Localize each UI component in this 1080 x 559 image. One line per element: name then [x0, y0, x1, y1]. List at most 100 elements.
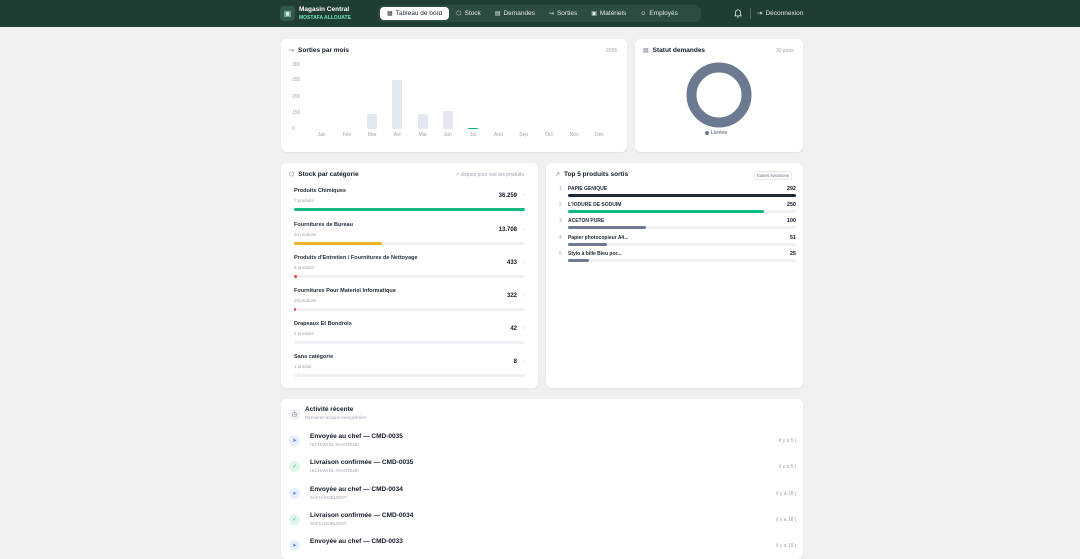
- stock-category-row[interactable]: Fournitures Pour Materiel Informatique 28…: [294, 288, 525, 312]
- category-name: Fournitures Pour Materiel Informatique: [294, 288, 396, 294]
- donut-slice-livrees[interactable]: [686, 62, 752, 128]
- category-progress-fill: [294, 308, 297, 311]
- chevron-right-icon: ›: [523, 193, 525, 199]
- x-tick-label: Déc: [594, 132, 604, 138]
- activity-user: SAFIA DOBLEDIT: [310, 495, 347, 500]
- product-rank: 2: [559, 202, 562, 208]
- activity-time: il y a 19 j: [776, 543, 796, 549]
- bar-jul[interactable]: [468, 127, 479, 129]
- top5-row[interactable]: 2 L'IODURE DE SODUIM 250: [559, 202, 796, 214]
- product-progress-fill: [568, 243, 607, 246]
- trend-icon: ↝: [289, 48, 295, 54]
- x-tick-label: Oct: [544, 132, 553, 138]
- activity-item[interactable]: ✓ Livraison confirmée — CMD-0035 HICHAM EL…: [289, 457, 799, 477]
- product-progress-fill: [568, 259, 589, 262]
- activity-time: il y a 5 j: [779, 438, 796, 444]
- stock-category-row[interactable]: Drapeaux Et Bondrols 2 produits 42 ›: [294, 321, 525, 345]
- product-rank: 1: [559, 186, 562, 192]
- category-quantity: 36.259: [498, 193, 517, 199]
- category-quantity: 433: [506, 260, 517, 266]
- product-name: ACETON PURE: [568, 218, 605, 224]
- activity-time: il y a 18 j: [776, 491, 796, 497]
- activity-user: HICHAM EL YAAGOUBI: [310, 442, 359, 447]
- calendar-icon: ▣: [591, 11, 597, 17]
- nav-tab-2[interactable]: ▤ Demandes: [488, 7, 542, 20]
- category-quantity: 13.708: [498, 227, 517, 233]
- activity-item[interactable]: ➤ Envoyée au chef — CMD-0034 SAFIA DOBLEDI…: [289, 484, 799, 504]
- category-product-count: 2 produits: [294, 331, 314, 336]
- stock-category-row[interactable]: Produits Chimiques 7 produits 36.259 ›: [294, 188, 525, 212]
- x-tick-label: Aoû: [493, 132, 503, 138]
- category-progress-track: [294, 341, 525, 344]
- brand: Magasin Central MOSTAFA ALLOUATE: [299, 6, 351, 22]
- nav-tab-4[interactable]: ▣ Matériels: [584, 7, 633, 20]
- category-progress-fill: [294, 275, 297, 278]
- category-product-count: 28 produits: [294, 298, 317, 303]
- nav-tab-label: Stock: [464, 10, 481, 17]
- user-name: MOSTAFA ALLOUATE: [299, 15, 351, 21]
- nav-tab-label: Employés: [649, 10, 678, 17]
- stock-category-row[interactable]: Fournitures de Bureau 34 produits 13.708 ›: [294, 222, 525, 246]
- category-quantity: 322: [506, 293, 517, 299]
- chevron-right-icon: ›: [523, 260, 525, 266]
- activity-item[interactable]: ➤ Envoyée au chef — CMD-0035 HICHAM EL YAA…: [289, 431, 799, 451]
- nav-tab-3[interactable]: ↝ Sorties: [542, 7, 584, 20]
- sorties-year: 2026: [606, 48, 618, 54]
- category-progress-track: [294, 308, 525, 311]
- activity-time: il y a 5 j: [779, 464, 796, 470]
- bar-jun[interactable]: [442, 111, 453, 129]
- logout-button[interactable]: ⇥ Déconnexion: [757, 9, 803, 18]
- nav-tab-1[interactable]: ⬡ Stock: [449, 7, 488, 20]
- product-name: Stylo à bille Bleu por...: [568, 251, 622, 257]
- category-name: Produits Chimiques: [294, 188, 346, 194]
- chevron-right-icon: ›: [523, 293, 525, 299]
- bell-icon[interactable]: [734, 9, 742, 18]
- bar-avr[interactable]: [392, 79, 403, 129]
- activity-item[interactable]: ✓ Livraison confirmée — CMD-0034 SAFIA DOB…: [289, 510, 799, 530]
- product-progress-track: [568, 259, 796, 262]
- top-navigation-bar: ▣ Magasin Central MOSTAFA ALLOUATE ▦ Tabl…: [0, 0, 1080, 27]
- top5-row[interactable]: 4 Papier photocopieur A4... 51: [559, 235, 796, 247]
- x-tick-label: Jul: [469, 132, 477, 138]
- activity-title: Envoyée au chef — CMD-0034: [310, 486, 403, 493]
- top5-row[interactable]: 3 ACETON PURE 100: [559, 218, 796, 230]
- box-icon: ⬡: [456, 11, 462, 17]
- category-name: Sans catégorie: [294, 354, 334, 360]
- users-icon: ☺: [640, 10, 647, 17]
- product-quantity: 51: [789, 235, 796, 241]
- activity-user: SAFIA DOBLEDIT: [310, 521, 347, 526]
- statut-title: Statut demandes: [652, 47, 706, 54]
- category-name: Produits d'Entretien / Fournitures de Ne…: [294, 255, 418, 261]
- bar-mai[interactable]: [417, 114, 428, 129]
- category-quantity: 42: [510, 326, 517, 332]
- top5-row[interactable]: 5 Stylo à bille Bleu por... 25: [559, 251, 796, 263]
- nav-tab-5[interactable]: ☺ Employés: [633, 7, 685, 20]
- x-tick-label: Jun: [443, 132, 452, 138]
- product-name: Papier photocopieur A4...: [568, 235, 629, 241]
- stock-hint: ↗ cliquez pour voir les produits: [455, 172, 524, 178]
- x-tick-label: Jan: [317, 132, 326, 138]
- sorties-title-row: ↝ Sorties par mois: [289, 47, 349, 54]
- top5-title-row: ↗ Top 5 produits sortis: [555, 171, 628, 178]
- warehouse-logo-icon: ▣: [280, 6, 295, 21]
- y-tick-label: 150: [292, 110, 301, 116]
- y-tick-label: 300: [292, 62, 301, 68]
- top5-title: Top 5 produits sortis: [564, 171, 629, 178]
- product-progress-fill: [568, 226, 646, 229]
- activity-title: Envoyée au chef — CMD-0035: [310, 433, 403, 440]
- nav-tab-0[interactable]: ▦ Tableau de bord: [380, 7, 450, 20]
- x-tick-label: Avr: [393, 132, 402, 138]
- bar-mar[interactable]: [367, 114, 378, 129]
- stock-category-row[interactable]: Sans catégorie 1 produit 8 ›: [294, 354, 525, 378]
- category-name: Fournitures de Bureau: [294, 222, 353, 228]
- category-progress-track: [294, 208, 525, 211]
- x-tick-label: Mar: [367, 132, 377, 138]
- legend-label: Livrées: [711, 130, 728, 136]
- stock-category-row[interactable]: Produits d'Entretien / Fournitures de Ne…: [294, 255, 525, 279]
- nav-tab-label: Tableau de bord: [395, 10, 443, 17]
- check-circle-icon: ✓: [289, 514, 300, 525]
- activity-item[interactable]: ➤ Envoyée au chef — CMD-0033 il y a 19 j: [289, 536, 799, 556]
- top5-row[interactable]: 1 PAPIE GENIQUE 292: [559, 186, 796, 198]
- product-progress-fill: [568, 194, 796, 197]
- x-tick-label: Fév: [342, 132, 352, 138]
